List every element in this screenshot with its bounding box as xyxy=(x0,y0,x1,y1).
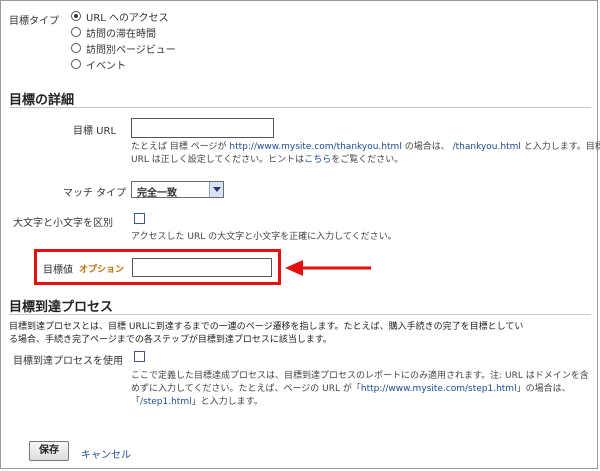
funnel-help-line1: ここで定義した目標達成プロセスは、目標到達プロセスのレポートにのみ適用されます。… xyxy=(131,371,589,381)
radio-pages-per-visit-label[interactable]: 訪問別ページビュー xyxy=(86,41,176,56)
match-type-value: 完全一致 xyxy=(137,188,177,199)
hint-link[interactable]: こちら xyxy=(304,155,331,165)
goal-url-help: たとえば 目標 ページが http://www.mysite.com/thank… xyxy=(131,142,600,152)
step1-url-link[interactable]: http://www.mysite.com/step1.html xyxy=(361,384,517,394)
radio-time-on-site[interactable] xyxy=(71,27,81,37)
match-type-label: マッチ タイプ xyxy=(63,188,127,199)
use-funnel-label: 目標到達プロセスを使用 xyxy=(13,356,123,367)
goal-type-label: 目標タイプ xyxy=(9,16,59,27)
funnel-help-line3: 「/step1.html」と入力します。 xyxy=(131,397,263,407)
cancel-link[interactable]: キャンセル xyxy=(81,446,131,461)
goal-value-label: 目標値 xyxy=(43,265,73,276)
funnel-description-line2: る場合、手続き完了ページまでの各ステップが目標到達プロセスに該当します。 xyxy=(9,335,332,345)
funnel-help-line2: めずに入力してください。たとえば、ページの URL が「http://www.m… xyxy=(131,384,571,394)
step1-path-link[interactable]: /step1.html xyxy=(140,397,192,407)
radio-url-destination-label[interactable]: URL へのアクセス xyxy=(86,9,169,24)
red-arrow-annotation xyxy=(285,260,371,276)
goal-url-label: 目標 URL xyxy=(73,126,117,137)
radio-time-on-site-label[interactable]: 訪問の滞在時間 xyxy=(86,25,156,40)
chevron-down-icon[interactable] xyxy=(209,182,223,197)
radio-pages-per-visit[interactable] xyxy=(71,43,81,53)
case-sensitive-checkbox[interactable] xyxy=(134,213,145,224)
radio-url-destination[interactable] xyxy=(71,11,81,21)
goal-settings-panel: 目標タイプ URL へのアクセス 訪問の滞在時間 訪問別ページビュー イベント … xyxy=(0,0,600,469)
case-sensitive-label: 大文字と小文字を区別 xyxy=(13,218,113,229)
goal-url-help-line2: URL は正しく設定してください。ヒントはこちらをご覧ください。 xyxy=(131,155,404,165)
save-button[interactable]: 保存 xyxy=(29,441,69,461)
case-sensitive-help: アクセスした URL の大文字と小文字を正確に入力してください。 xyxy=(131,232,397,242)
section-divider xyxy=(9,314,591,315)
match-type-select[interactable]: 完全一致 xyxy=(131,181,224,199)
goal-value-input[interactable] xyxy=(132,258,272,277)
optional-badge: オプション xyxy=(79,265,125,275)
example-path-link[interactable]: /thankyou.html xyxy=(453,142,521,152)
funnel-title: 目標到達プロセス xyxy=(9,300,114,315)
funnel-description-line1: 目標到達プロセスとは、目標 URLに到達するまでの一連のページ遷移を指します。た… xyxy=(9,322,524,332)
goal-url-input[interactable] xyxy=(131,118,274,138)
section-divider xyxy=(9,107,591,108)
use-funnel-checkbox[interactable] xyxy=(134,351,145,362)
goal-details-title: 目標の詳細 xyxy=(9,93,75,108)
radio-event[interactable] xyxy=(71,59,81,69)
example-url-link[interactable]: http://www.mysite.com/thankyou.html xyxy=(229,142,401,152)
radio-event-label[interactable]: イベント xyxy=(86,57,126,72)
